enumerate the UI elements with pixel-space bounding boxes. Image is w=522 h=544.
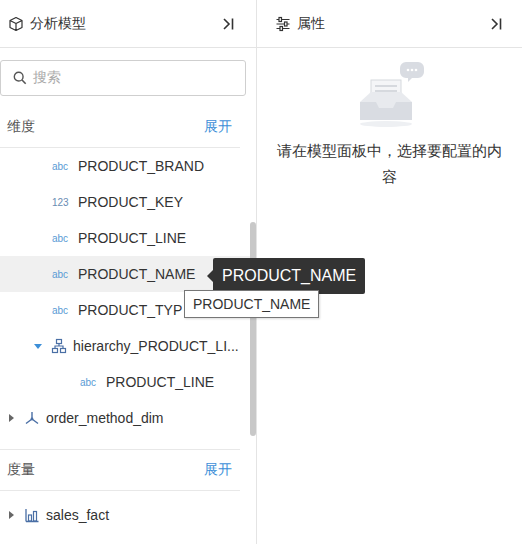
dimension-icon [24, 410, 40, 426]
tree-item[interactable]: order_method_dim [0, 400, 250, 436]
tree-item-label: sales_fact [46, 507, 109, 523]
search-placeholder: 搜索 [33, 69, 61, 87]
measures-title: 度量 [7, 461, 35, 479]
tree-item-label: PRODUCT_TYP [78, 302, 182, 318]
native-tooltip: PRODUCT_NAME [184, 290, 319, 318]
tree-item[interactable]: abc PRODUCT_LINE [0, 364, 250, 400]
empty-state: 请在模型面板中，选择要配置的内容 [257, 48, 522, 190]
field-type-icon: abc [52, 233, 72, 244]
tree-item-label: PRODUCT_KEY [78, 194, 183, 210]
empty-inbox-icon [354, 58, 426, 130]
properties-panel-header: 属性 [257, 0, 522, 48]
expanded-caret-icon[interactable] [33, 341, 43, 351]
properties-panel-title: 属性 [297, 15, 325, 33]
field-type-icon: abc [52, 161, 72, 172]
expand-all-button[interactable]: 展开 [204, 118, 232, 136]
scrollbar-thumb[interactable] [250, 222, 256, 436]
tree-item[interactable]: hierarchy_PRODUCT_LI... [0, 328, 250, 364]
measure-icon [24, 507, 40, 523]
empty-message: 请在模型面板中，选择要配置的内容 [273, 138, 507, 190]
tree-item-label: PRODUCT_BRAND [78, 158, 204, 174]
dimensions-title: 维度 [7, 118, 35, 136]
dimensions-header: 维度 展开 [0, 106, 240, 148]
tree-item[interactable]: 123 PRODUCT_KEY [0, 184, 250, 220]
tree-item[interactable]: sales_fact [0, 497, 250, 533]
tree-item-label: order_method_dim [46, 410, 164, 426]
cube-icon [8, 16, 24, 32]
tree-item-label: PRODUCT_LINE [78, 230, 186, 246]
field-type-icon: abc [52, 269, 72, 280]
collapsed-caret-icon[interactable] [6, 510, 16, 520]
search-field[interactable]: 搜索 [0, 60, 246, 96]
tree-item-label: PRODUCT_NAME [78, 266, 195, 282]
sliders-icon [275, 16, 291, 32]
model-panel-header: 分析模型 [0, 0, 256, 48]
measure-tree: sales_fact [0, 491, 250, 533]
collapsed-caret-icon[interactable] [6, 413, 16, 423]
model-panel-title: 分析模型 [30, 15, 86, 33]
field-type-icon: abc [80, 377, 100, 388]
field-type-icon: 123 [52, 197, 72, 208]
collapse-icon[interactable] [220, 16, 236, 32]
tree-item[interactable]: abc PRODUCT_LINE [0, 220, 250, 256]
collapse-icon[interactable] [488, 16, 504, 32]
hierarchy-icon [51, 338, 67, 354]
tree-item-label: hierarchy_PRODUCT_LI... [73, 338, 239, 354]
expand-all-button[interactable]: 展开 [204, 461, 232, 479]
tree-item[interactable]: abc PRODUCT_BRAND [0, 148, 250, 184]
hover-tooltip: PRODUCT_NAME [213, 258, 365, 294]
measures-header: 度量 展开 [0, 449, 240, 491]
app-window: 分析模型搜索维度展开abcPRODUCT_BRAND123PRODUCT_KEY… [0, 0, 522, 544]
tree-item-label: PRODUCT_LINE [106, 374, 214, 390]
search-icon [13, 71, 27, 85]
field-type-icon: abc [52, 305, 72, 316]
